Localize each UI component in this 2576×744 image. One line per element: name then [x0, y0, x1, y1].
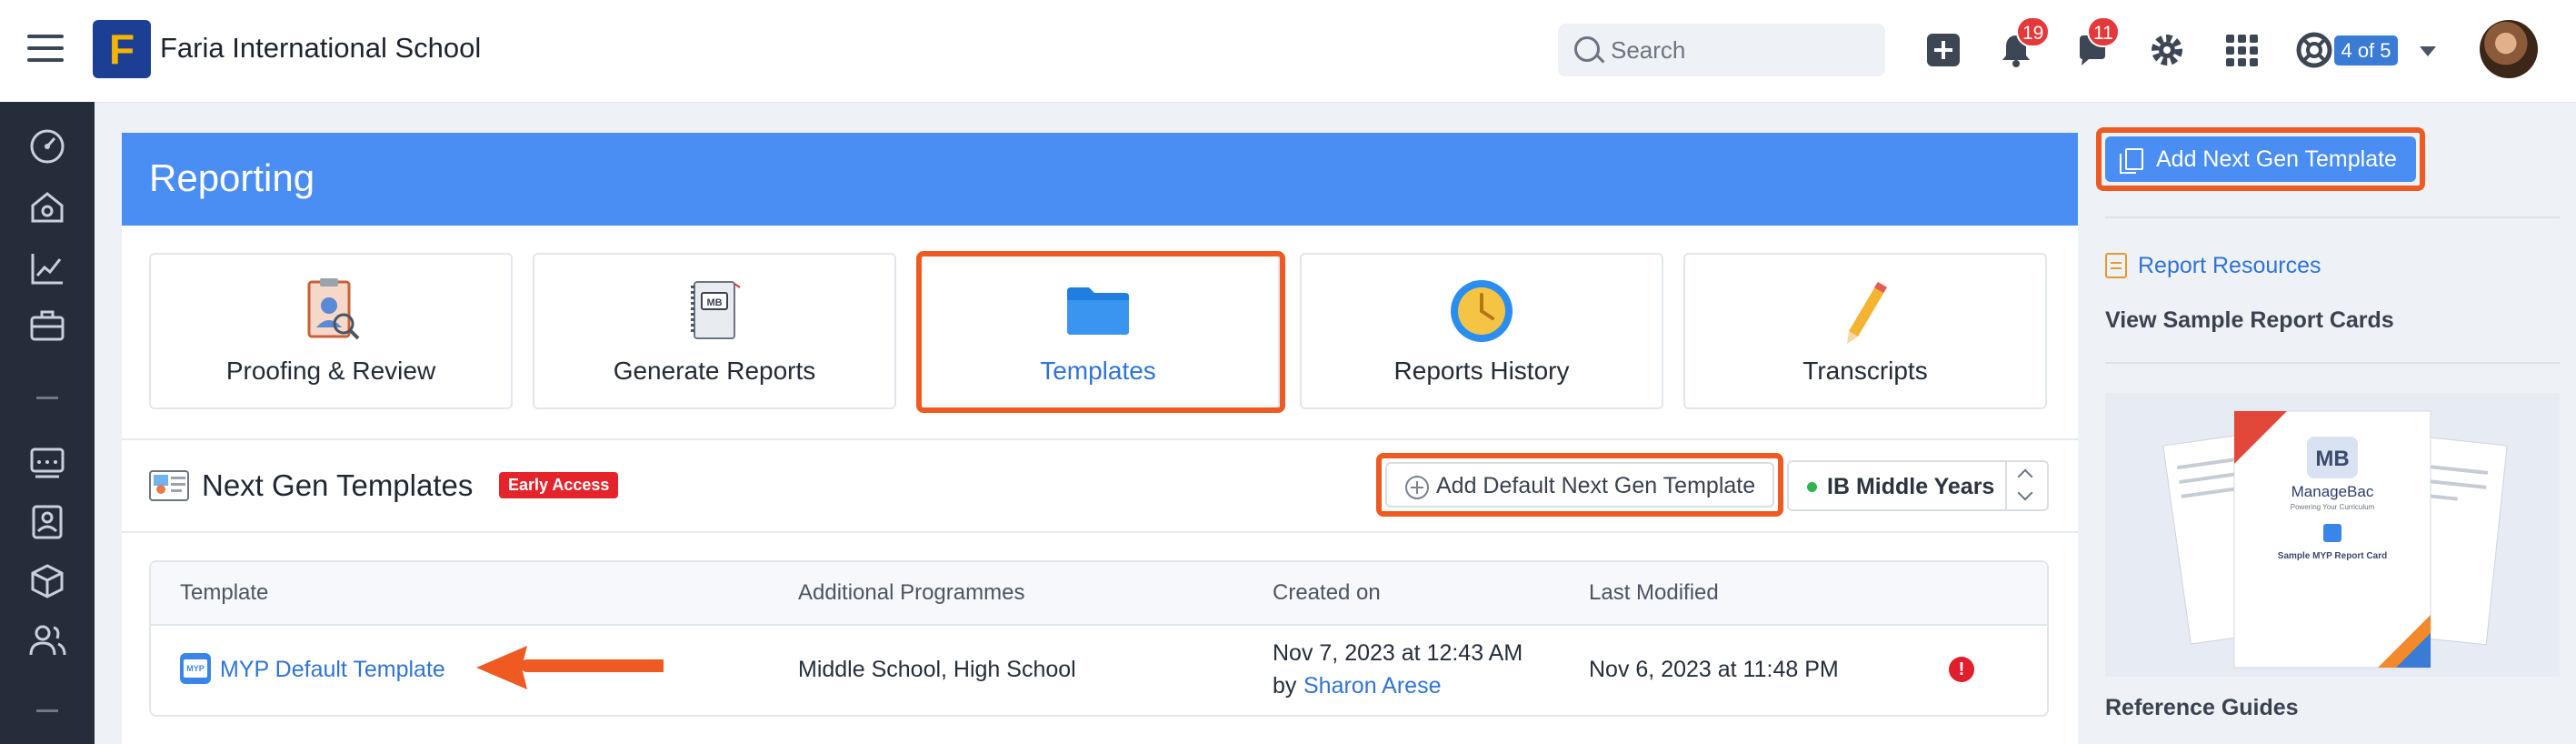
left-sidebar	[0, 102, 95, 744]
select-arrows-icon[interactable]	[2005, 462, 2047, 509]
add-default-label: Add Default Next Gen Template	[1436, 473, 1756, 498]
column-header[interactable]: Created on	[1273, 580, 1381, 606]
creator-link[interactable]: Sharon Arese	[1303, 673, 1442, 699]
table-header: Template Additional Programmes Created o…	[151, 562, 2047, 626]
tile-transcripts[interactable]: Transcripts	[1683, 253, 2047, 409]
add-next-gen-label: Add Next Gen Template	[2156, 146, 2397, 172]
tile-label: Transcripts	[1802, 357, 1928, 385]
briefcase-icon[interactable]	[27, 306, 67, 346]
add-next-gen-template-button[interactable]: Add Next Gen Template	[2105, 136, 2416, 182]
section-title: Next Gen Templates	[202, 468, 474, 502]
plus-square-icon	[1927, 34, 1960, 66]
help-button[interactable]	[2294, 30, 2334, 70]
clock-icon	[1451, 280, 1513, 342]
classroom-icon[interactable]	[27, 442, 67, 482]
created-on: Nov 7, 2023 at 12:43 AM	[1273, 640, 1523, 666]
logo-letter: F	[108, 25, 135, 73]
school-name[interactable]: Faria International School	[160, 32, 481, 65]
annotation-arrow-icon	[476, 646, 664, 689]
templates-section-icon	[149, 470, 189, 501]
section-divider	[122, 438, 2078, 440]
apps-button[interactable]	[2222, 30, 2261, 70]
chevron-down-icon[interactable]	[2420, 46, 2436, 56]
pagination-pill[interactable]: 4 of 5	[2334, 35, 2398, 65]
dashboard-gauge-icon[interactable]	[27, 126, 67, 166]
search-input[interactable]: Search	[1558, 24, 1885, 76]
svg-text:MB: MB	[706, 297, 722, 308]
status-dot	[1807, 482, 1817, 492]
hamburger-menu-icon[interactable]	[27, 35, 64, 65]
sample-report-cards-image: MB ManageBac Powering Your Curriculum Sa…	[2162, 410, 2508, 669]
add-button[interactable]	[1923, 30, 1963, 70]
apps-grid-icon	[2226, 35, 2258, 66]
sample-report-card-preview[interactable]: MB ManageBac Powering Your Curriculum Sa…	[2105, 393, 2560, 677]
tile-reports-history[interactable]: Reports History	[1300, 253, 1663, 409]
page-title: Reporting	[149, 156, 315, 199]
school-logo[interactable]: F	[93, 20, 151, 78]
section-divider	[122, 531, 2078, 533]
lifebuoy-icon	[2296, 32, 2332, 68]
right-divider	[2105, 216, 2560, 218]
error-icon[interactable]: !	[1949, 657, 1974, 682]
chart-line-icon[interactable]	[27, 248, 67, 288]
tile-label: Reports History	[1393, 357, 1570, 385]
svg-text:Sample MYP Report Card: Sample MYP Report Card	[2278, 551, 2387, 561]
clipboard-reviewer-icon	[307, 278, 360, 340]
reporting-header	[122, 133, 2078, 226]
table-row: MYP MYP Default Template Middle School, …	[151, 624, 2047, 715]
additional-programmes: Middle School, High School	[798, 657, 1076, 682]
svg-text:Powering Your Curriculum: Powering Your Curriculum	[2291, 503, 2375, 511]
notifications-badge: 19	[2016, 16, 2051, 47]
report-resources-link[interactable]: Report Resources	[2138, 253, 2321, 279]
copy-icon	[2120, 148, 2143, 174]
search-icon	[1574, 36, 1600, 62]
report-cards-book-icon: MB	[691, 281, 741, 339]
gear-icon	[2152, 35, 2182, 65]
users-icon[interactable]	[27, 620, 67, 660]
svg-text:ManageBac: ManageBac	[2291, 483, 2374, 500]
reference-guides-heading: Reference Guides	[2105, 695, 2299, 720]
avatar[interactable]	[2480, 20, 2538, 78]
right-divider	[2105, 362, 2560, 364]
templates-table: Template Additional Programmes Created o…	[149, 560, 2049, 717]
sidebar-divider	[36, 397, 58, 399]
templates-highlight	[916, 251, 1285, 413]
template-doc-icon: MYP	[180, 653, 211, 684]
programme-value: IB Middle Years	[1827, 474, 1995, 499]
tile-proofing-review[interactable]: Proofing & Review	[149, 253, 513, 409]
column-header[interactable]: Template	[180, 580, 268, 606]
search-placeholder: Search	[1611, 36, 1686, 64]
pencil-icon	[1847, 282, 1887, 344]
column-header: Additional Programmes	[798, 580, 1025, 605]
early-access-badge: Early Access	[499, 472, 619, 498]
plus-circle-icon	[1405, 476, 1429, 499]
column-header[interactable]: Last Modified	[1589, 580, 1719, 606]
messages-badge: 11	[2087, 16, 2120, 47]
add-default-template-button[interactable]: Add Default Next Gen Template	[1385, 462, 1774, 508]
teacher-board-icon[interactable]	[27, 502, 67, 542]
settings-button[interactable]	[2147, 30, 2187, 70]
created-by-prefix: by	[1273, 673, 1297, 699]
last-modified: Nov 6, 2023 at 11:48 PM	[1589, 657, 1839, 682]
document-icon	[2105, 253, 2127, 278]
tile-label: Generate Reports	[613, 357, 816, 385]
home-icon[interactable]	[27, 187, 67, 227]
programme-select[interactable]: IB Middle Years	[1787, 460, 2049, 511]
tile-generate-reports[interactable]: MB Generate Reports	[533, 253, 896, 409]
tile-label: Proofing & Review	[225, 357, 436, 385]
view-sample-heading: View Sample Report Cards	[2105, 307, 2394, 333]
template-link[interactable]: MYP Default Template	[220, 657, 445, 683]
svg-text:MB: MB	[2315, 447, 2349, 471]
cube-icon[interactable]	[27, 561, 67, 601]
sidebar-divider	[36, 709, 58, 712]
